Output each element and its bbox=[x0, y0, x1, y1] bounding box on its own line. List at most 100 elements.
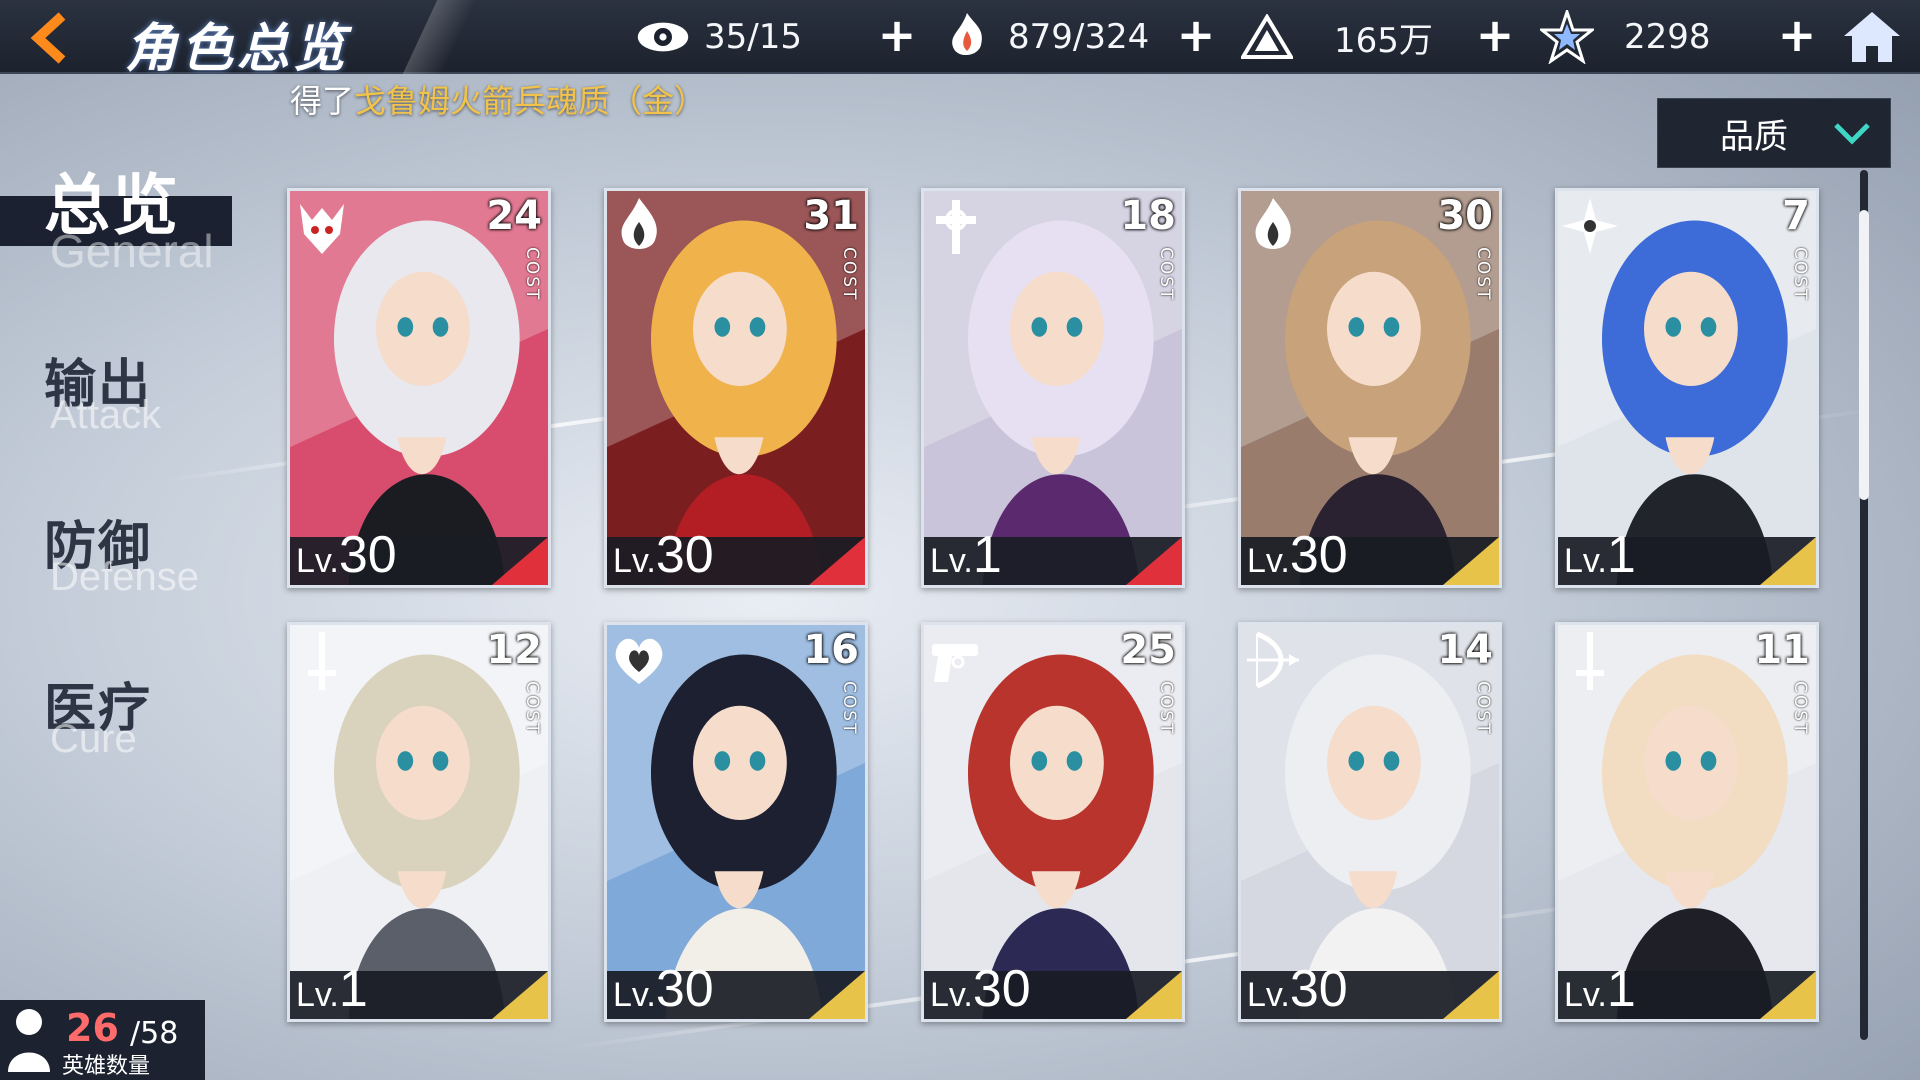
resource-value: 35/15 bbox=[704, 17, 802, 57]
hero-card[interactable]: 16 COST Lv.30 bbox=[604, 622, 868, 1022]
hero-card[interactable]: 12 COST Lv.1 bbox=[287, 622, 551, 1022]
card-cost-label: COST bbox=[522, 681, 542, 736]
nav-sublabel: General bbox=[50, 225, 214, 277]
sword-icon bbox=[308, 632, 336, 690]
card-level: Lv.30 bbox=[930, 959, 1031, 1019]
rarity-marker bbox=[1126, 971, 1182, 1019]
hero-card[interactable]: 24 COST Lv.30 bbox=[287, 188, 551, 588]
card-level: Lv.30 bbox=[1247, 959, 1348, 1019]
card-level: Lv.1 bbox=[930, 525, 1002, 585]
pyramid-icon bbox=[1240, 10, 1294, 64]
home-icon bbox=[1844, 12, 1900, 62]
card-cost: 16 bbox=[803, 627, 859, 673]
add-gold-button[interactable]: + bbox=[1472, 12, 1518, 60]
card-cost: 24 bbox=[486, 193, 542, 239]
hero-count-max: /58 bbox=[130, 1016, 179, 1051]
scrollbar-thumb[interactable] bbox=[1859, 210, 1869, 500]
card-level: Lv.1 bbox=[296, 959, 368, 1019]
nav-item-general[interactable]: 总览 General bbox=[44, 152, 214, 278]
level-value: 30 bbox=[1289, 526, 1348, 584]
card-cost-label: COST bbox=[839, 247, 859, 302]
nav-sublabel: Attack bbox=[50, 393, 162, 437]
rarity-marker bbox=[1443, 971, 1499, 1019]
chevron-down-icon bbox=[1834, 123, 1870, 145]
add-crystal-button[interactable]: + bbox=[1774, 12, 1820, 60]
nav-item-cure[interactable]: 医疗 Cure bbox=[44, 666, 152, 762]
nav-item-defense[interactable]: 防御 Defense bbox=[44, 504, 199, 600]
card-cost: 14 bbox=[1437, 627, 1493, 673]
card-level: Lv.30 bbox=[613, 959, 714, 1019]
rarity-marker bbox=[809, 971, 865, 1019]
home-button[interactable] bbox=[1842, 8, 1904, 66]
level-value: 30 bbox=[972, 960, 1031, 1018]
acquire-notice: 得了戈鲁姆火箭兵魂质（金） bbox=[290, 76, 706, 122]
person-icon bbox=[8, 1009, 50, 1072]
star-crystal-icon bbox=[1540, 10, 1594, 64]
card-cost-label: COST bbox=[1790, 247, 1810, 302]
level-value: 1 bbox=[1606, 960, 1636, 1018]
card-cost: 12 bbox=[486, 627, 542, 673]
card-cost-label: COST bbox=[839, 681, 859, 736]
resource-gold: 165万 bbox=[1240, 10, 1433, 64]
level-value: 30 bbox=[655, 526, 714, 584]
hero-card[interactable]: 18 COST Lv.1 bbox=[921, 188, 1185, 588]
card-cost-label: COST bbox=[1473, 681, 1493, 736]
nav-item-attack[interactable]: 输出 Attack bbox=[44, 342, 161, 438]
level-prefix: Lv. bbox=[296, 542, 339, 580]
resource-value: 2298 bbox=[1624, 17, 1711, 57]
resource-crystal: 2298 bbox=[1540, 10, 1711, 64]
card-level: Lv.1 bbox=[1564, 525, 1636, 585]
sort-dropdown[interactable]: 品质 bbox=[1657, 98, 1891, 168]
rarity-marker bbox=[1760, 537, 1816, 585]
eye-icon bbox=[636, 10, 690, 64]
card-level: Lv.30 bbox=[613, 525, 714, 585]
level-prefix: Lv. bbox=[1564, 976, 1607, 1014]
back-button[interactable] bbox=[18, 8, 82, 68]
card-cost-label: COST bbox=[522, 247, 542, 302]
hero-card[interactable]: 25 COST Lv.30 bbox=[921, 622, 1185, 1022]
hero-count-current: 26 bbox=[66, 1006, 119, 1050]
card-cost: 30 bbox=[1437, 193, 1493, 239]
hero-card[interactable]: 31 COST Lv.30 bbox=[604, 188, 868, 588]
hero-card[interactable]: 30 COST Lv.30 bbox=[1238, 188, 1502, 588]
back-arrow-icon bbox=[30, 12, 66, 64]
rarity-marker bbox=[492, 971, 548, 1019]
level-value: 1 bbox=[338, 960, 368, 1018]
hero-card[interactable]: 14 COST Lv.30 bbox=[1238, 622, 1502, 1022]
notice-prefix: 得了 bbox=[290, 82, 355, 120]
bow-icon bbox=[1247, 631, 1299, 689]
hero-card[interactable]: 7 COST Lv.1 bbox=[1555, 188, 1819, 588]
card-cost: 31 bbox=[803, 193, 859, 239]
level-prefix: Lv. bbox=[930, 976, 973, 1014]
card-cost-label: COST bbox=[1156, 247, 1176, 302]
rarity-marker bbox=[1760, 971, 1816, 1019]
top-bar: 角色总览 35/15 + 879/324 + 165万 + 2298 + bbox=[0, 0, 1920, 79]
level-prefix: Lv. bbox=[1564, 542, 1607, 580]
page-title: 角色总览 bbox=[125, 19, 350, 79]
notice-item: 戈鲁姆火箭兵魂质（金） bbox=[354, 82, 707, 120]
demon-icon bbox=[300, 204, 344, 254]
add-stamina-button[interactable]: + bbox=[874, 12, 920, 60]
hero-count-panel: 26 /58 英雄数量 bbox=[0, 1000, 205, 1080]
pistol-icon bbox=[932, 644, 978, 682]
card-level: Lv.1 bbox=[1564, 959, 1636, 1019]
nav-sublabel: Defense bbox=[50, 555, 199, 599]
cross-icon bbox=[936, 200, 976, 254]
level-value: 1 bbox=[1606, 526, 1636, 584]
level-prefix: Lv. bbox=[613, 542, 656, 580]
level-prefix: Lv. bbox=[1247, 976, 1290, 1014]
resource-stamina: 35/15 bbox=[636, 10, 802, 64]
card-cost-label: COST bbox=[1156, 681, 1176, 736]
hero-card[interactable]: 11 COST Lv.1 bbox=[1555, 622, 1819, 1022]
heart-icon bbox=[615, 638, 663, 684]
level-value: 1 bbox=[972, 526, 1002, 584]
card-cost: 7 bbox=[1782, 193, 1810, 239]
resource-value: 165万 bbox=[1334, 20, 1433, 61]
card-cost-label: COST bbox=[1473, 247, 1493, 302]
level-prefix: Lv. bbox=[1247, 542, 1290, 580]
add-soul-button[interactable]: + bbox=[1173, 12, 1219, 60]
title-decor bbox=[402, 0, 478, 74]
level-prefix: Lv. bbox=[296, 976, 339, 1014]
rarity-marker bbox=[1443, 537, 1499, 585]
rarity-marker bbox=[809, 537, 865, 585]
